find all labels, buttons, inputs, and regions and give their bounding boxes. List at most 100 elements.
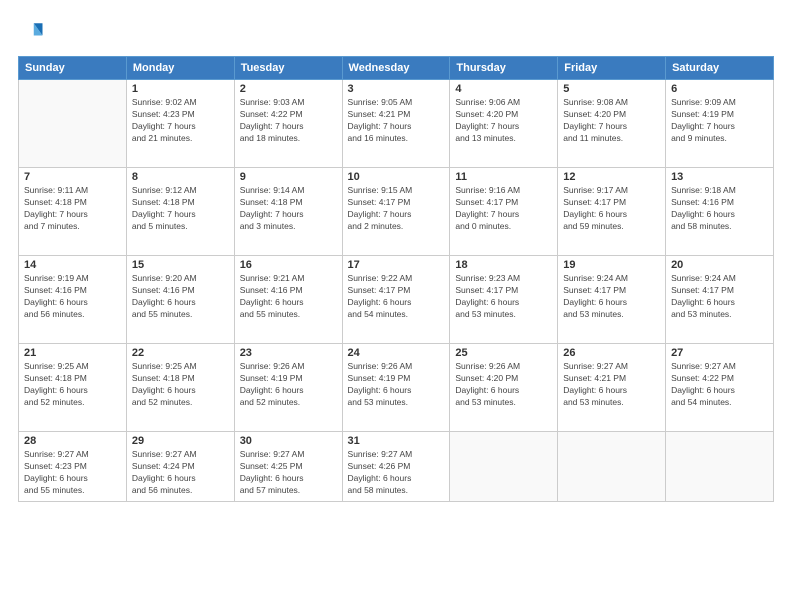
day-info: Sunrise: 9:22 AM Sunset: 4:17 PM Dayligh… <box>348 273 445 321</box>
day-number: 22 <box>132 347 229 359</box>
day-info: Sunrise: 9:14 AM Sunset: 4:18 PM Dayligh… <box>240 185 337 233</box>
calendar-cell: 23Sunrise: 9:26 AM Sunset: 4:19 PM Dayli… <box>234 344 342 432</box>
weekday-header-tuesday: Tuesday <box>234 57 342 80</box>
calendar-cell: 18 Sunrise: 9:23 AM Sunset: 4:17 PM Dayli… <box>450 256 558 344</box>
day-info: Sunrise: 9:09 AM Sunset: 4:19 PM Dayligh… <box>671 97 768 145</box>
day-info: Sunrise: 9:15 AM Sunset: 4:17 PM Dayligh… <box>348 185 445 233</box>
day-number: 3 <box>348 83 445 95</box>
day-number: 12 <box>563 171 660 183</box>
day-info: Sunrise: 9:06 AM Sunset: 4:20 PM Dayligh… <box>455 97 552 145</box>
day-number: 9 <box>240 171 337 183</box>
day-number: 5 <box>563 83 660 95</box>
calendar-cell: 25 Sunrise: 9:26 AM Sunset: 4:20 PM Dayli… <box>450 344 558 432</box>
calendar-cell: 3 Sunrise: 9:05 AM Sunset: 4:21 PM Daylig… <box>342 80 450 168</box>
day-info: Sunrise: 9:11 AM Sunset: 4:18 PM Dayligh… <box>24 185 121 233</box>
day-info: Sunrise: 9:12 AM Sunset: 4:18 PM Dayligh… <box>132 185 229 233</box>
calendar-table: SundayMondayTuesdayWednesdayThursdayFrid… <box>18 56 774 502</box>
day-info: Sunrise: 9:26 AM Sunset: 4:20 PM Dayligh… <box>455 361 552 409</box>
calendar-cell <box>19 80 127 168</box>
day-info: Sunrise: 9:25 AM Sunset: 4:18 PM Dayligh… <box>24 361 121 409</box>
header <box>18 18 774 46</box>
calendar-cell: 1 Sunrise: 9:02 AM Sunset: 4:23 PM Daylig… <box>126 80 234 168</box>
week-row-2: 7Sunrise: 9:11 AM Sunset: 4:18 PM Daylig… <box>19 168 774 256</box>
calendar-cell: 4Sunrise: 9:06 AM Sunset: 4:20 PM Daylig… <box>450 80 558 168</box>
day-info: Sunrise: 9:27 AM Sunset: 4:23 PM Dayligh… <box>24 449 121 497</box>
weekday-header-sunday: Sunday <box>19 57 127 80</box>
day-info: Sunrise: 9:23 AM Sunset: 4:17 PM Dayligh… <box>455 273 552 321</box>
day-info: Sunrise: 9:03 AM Sunset: 4:22 PM Dayligh… <box>240 97 337 145</box>
day-number: 25 <box>455 347 552 359</box>
day-info: Sunrise: 9:18 AM Sunset: 4:16 PM Dayligh… <box>671 185 768 233</box>
week-row-5: 28 Sunrise: 9:27 AM Sunset: 4:23 PM Dayli… <box>19 432 774 502</box>
day-info: Sunrise: 9:24 AM Sunset: 4:17 PM Dayligh… <box>563 273 660 321</box>
day-number: 8 <box>132 171 229 183</box>
weekday-header-wednesday: Wednesday <box>342 57 450 80</box>
day-number: 24 <box>348 347 445 359</box>
day-number: 18 <box>455 259 552 271</box>
day-number: 21 <box>24 347 121 359</box>
calendar-cell <box>666 432 774 502</box>
day-number: 11 <box>455 171 552 183</box>
calendar-cell <box>558 432 666 502</box>
weekday-header-monday: Monday <box>126 57 234 80</box>
calendar-cell: 27 Sunrise: 9:27 AM Sunset: 4:22 PM Dayli… <box>666 344 774 432</box>
page: SundayMondayTuesdayWednesdayThursdayFrid… <box>0 0 792 612</box>
day-number: 27 <box>671 347 768 359</box>
day-number: 31 <box>348 435 445 447</box>
day-number: 16 <box>240 259 337 271</box>
calendar-cell: 13 Sunrise: 9:18 AM Sunset: 4:16 PM Dayli… <box>666 168 774 256</box>
day-number: 28 <box>24 435 121 447</box>
weekday-header-row: SundayMondayTuesdayWednesdayThursdayFrid… <box>19 57 774 80</box>
calendar-cell: 7Sunrise: 9:11 AM Sunset: 4:18 PM Daylig… <box>19 168 127 256</box>
calendar-cell: 15 Sunrise: 9:20 AM Sunset: 4:16 PM Dayli… <box>126 256 234 344</box>
calendar-cell: 5 Sunrise: 9:08 AM Sunset: 4:20 PM Daylig… <box>558 80 666 168</box>
day-info: Sunrise: 9:27 AM Sunset: 4:24 PM Dayligh… <box>132 449 229 497</box>
day-number: 29 <box>132 435 229 447</box>
calendar-cell: 22 Sunrise: 9:25 AM Sunset: 4:18 PM Dayli… <box>126 344 234 432</box>
day-info: Sunrise: 9:24 AM Sunset: 4:17 PM Dayligh… <box>671 273 768 321</box>
logo-icon <box>18 18 46 46</box>
day-info: Sunrise: 9:02 AM Sunset: 4:23 PM Dayligh… <box>132 97 229 145</box>
calendar-cell: 9 Sunrise: 9:14 AM Sunset: 4:18 PM Daylig… <box>234 168 342 256</box>
day-info: Sunrise: 9:19 AM Sunset: 4:16 PM Dayligh… <box>24 273 121 321</box>
day-number: 10 <box>348 171 445 183</box>
calendar-cell: 19 Sunrise: 9:24 AM Sunset: 4:17 PM Dayli… <box>558 256 666 344</box>
day-info: Sunrise: 9:27 AM Sunset: 4:22 PM Dayligh… <box>671 361 768 409</box>
day-info: Sunrise: 9:08 AM Sunset: 4:20 PM Dayligh… <box>563 97 660 145</box>
day-number: 19 <box>563 259 660 271</box>
calendar-cell: 6 Sunrise: 9:09 AM Sunset: 4:19 PM Daylig… <box>666 80 774 168</box>
day-info: Sunrise: 9:27 AM Sunset: 4:26 PM Dayligh… <box>348 449 445 497</box>
day-info: Sunrise: 9:27 AM Sunset: 4:21 PM Dayligh… <box>563 361 660 409</box>
day-number: 15 <box>132 259 229 271</box>
week-row-4: 21 Sunrise: 9:25 AM Sunset: 4:18 PM Dayli… <box>19 344 774 432</box>
day-number: 20 <box>671 259 768 271</box>
day-info: Sunrise: 9:05 AM Sunset: 4:21 PM Dayligh… <box>348 97 445 145</box>
weekday-header-friday: Friday <box>558 57 666 80</box>
day-number: 2 <box>240 83 337 95</box>
calendar-cell: 12 Sunrise: 9:17 AM Sunset: 4:17 PM Dayli… <box>558 168 666 256</box>
day-number: 14 <box>24 259 121 271</box>
calendar-cell: 14 Sunrise: 9:19 AM Sunset: 4:16 PM Dayli… <box>19 256 127 344</box>
day-number: 13 <box>671 171 768 183</box>
calendar-cell: 26 Sunrise: 9:27 AM Sunset: 4:21 PM Dayli… <box>558 344 666 432</box>
week-row-1: 1 Sunrise: 9:02 AM Sunset: 4:23 PM Daylig… <box>19 80 774 168</box>
calendar-cell: 10 Sunrise: 9:15 AM Sunset: 4:17 PM Dayli… <box>342 168 450 256</box>
day-info: Sunrise: 9:25 AM Sunset: 4:18 PM Dayligh… <box>132 361 229 409</box>
day-number: 26 <box>563 347 660 359</box>
calendar-cell <box>450 432 558 502</box>
calendar-cell: 31 Sunrise: 9:27 AM Sunset: 4:26 PM Dayli… <box>342 432 450 502</box>
day-number: 6 <box>671 83 768 95</box>
calendar-cell: 21 Sunrise: 9:25 AM Sunset: 4:18 PM Dayli… <box>19 344 127 432</box>
calendar-cell: 8 Sunrise: 9:12 AM Sunset: 4:18 PM Daylig… <box>126 168 234 256</box>
day-info: Sunrise: 9:17 AM Sunset: 4:17 PM Dayligh… <box>563 185 660 233</box>
calendar-cell: 20 Sunrise: 9:24 AM Sunset: 4:17 PM Dayli… <box>666 256 774 344</box>
calendar-cell: 16Sunrise: 9:21 AM Sunset: 4:16 PM Dayli… <box>234 256 342 344</box>
calendar-cell: 11Sunrise: 9:16 AM Sunset: 4:17 PM Dayli… <box>450 168 558 256</box>
day-info: Sunrise: 9:20 AM Sunset: 4:16 PM Dayligh… <box>132 273 229 321</box>
weekday-header-thursday: Thursday <box>450 57 558 80</box>
day-info: Sunrise: 9:26 AM Sunset: 4:19 PM Dayligh… <box>240 361 337 409</box>
week-row-3: 14 Sunrise: 9:19 AM Sunset: 4:16 PM Dayli… <box>19 256 774 344</box>
day-number: 1 <box>132 83 229 95</box>
logo <box>18 18 50 46</box>
day-info: Sunrise: 9:27 AM Sunset: 4:25 PM Dayligh… <box>240 449 337 497</box>
